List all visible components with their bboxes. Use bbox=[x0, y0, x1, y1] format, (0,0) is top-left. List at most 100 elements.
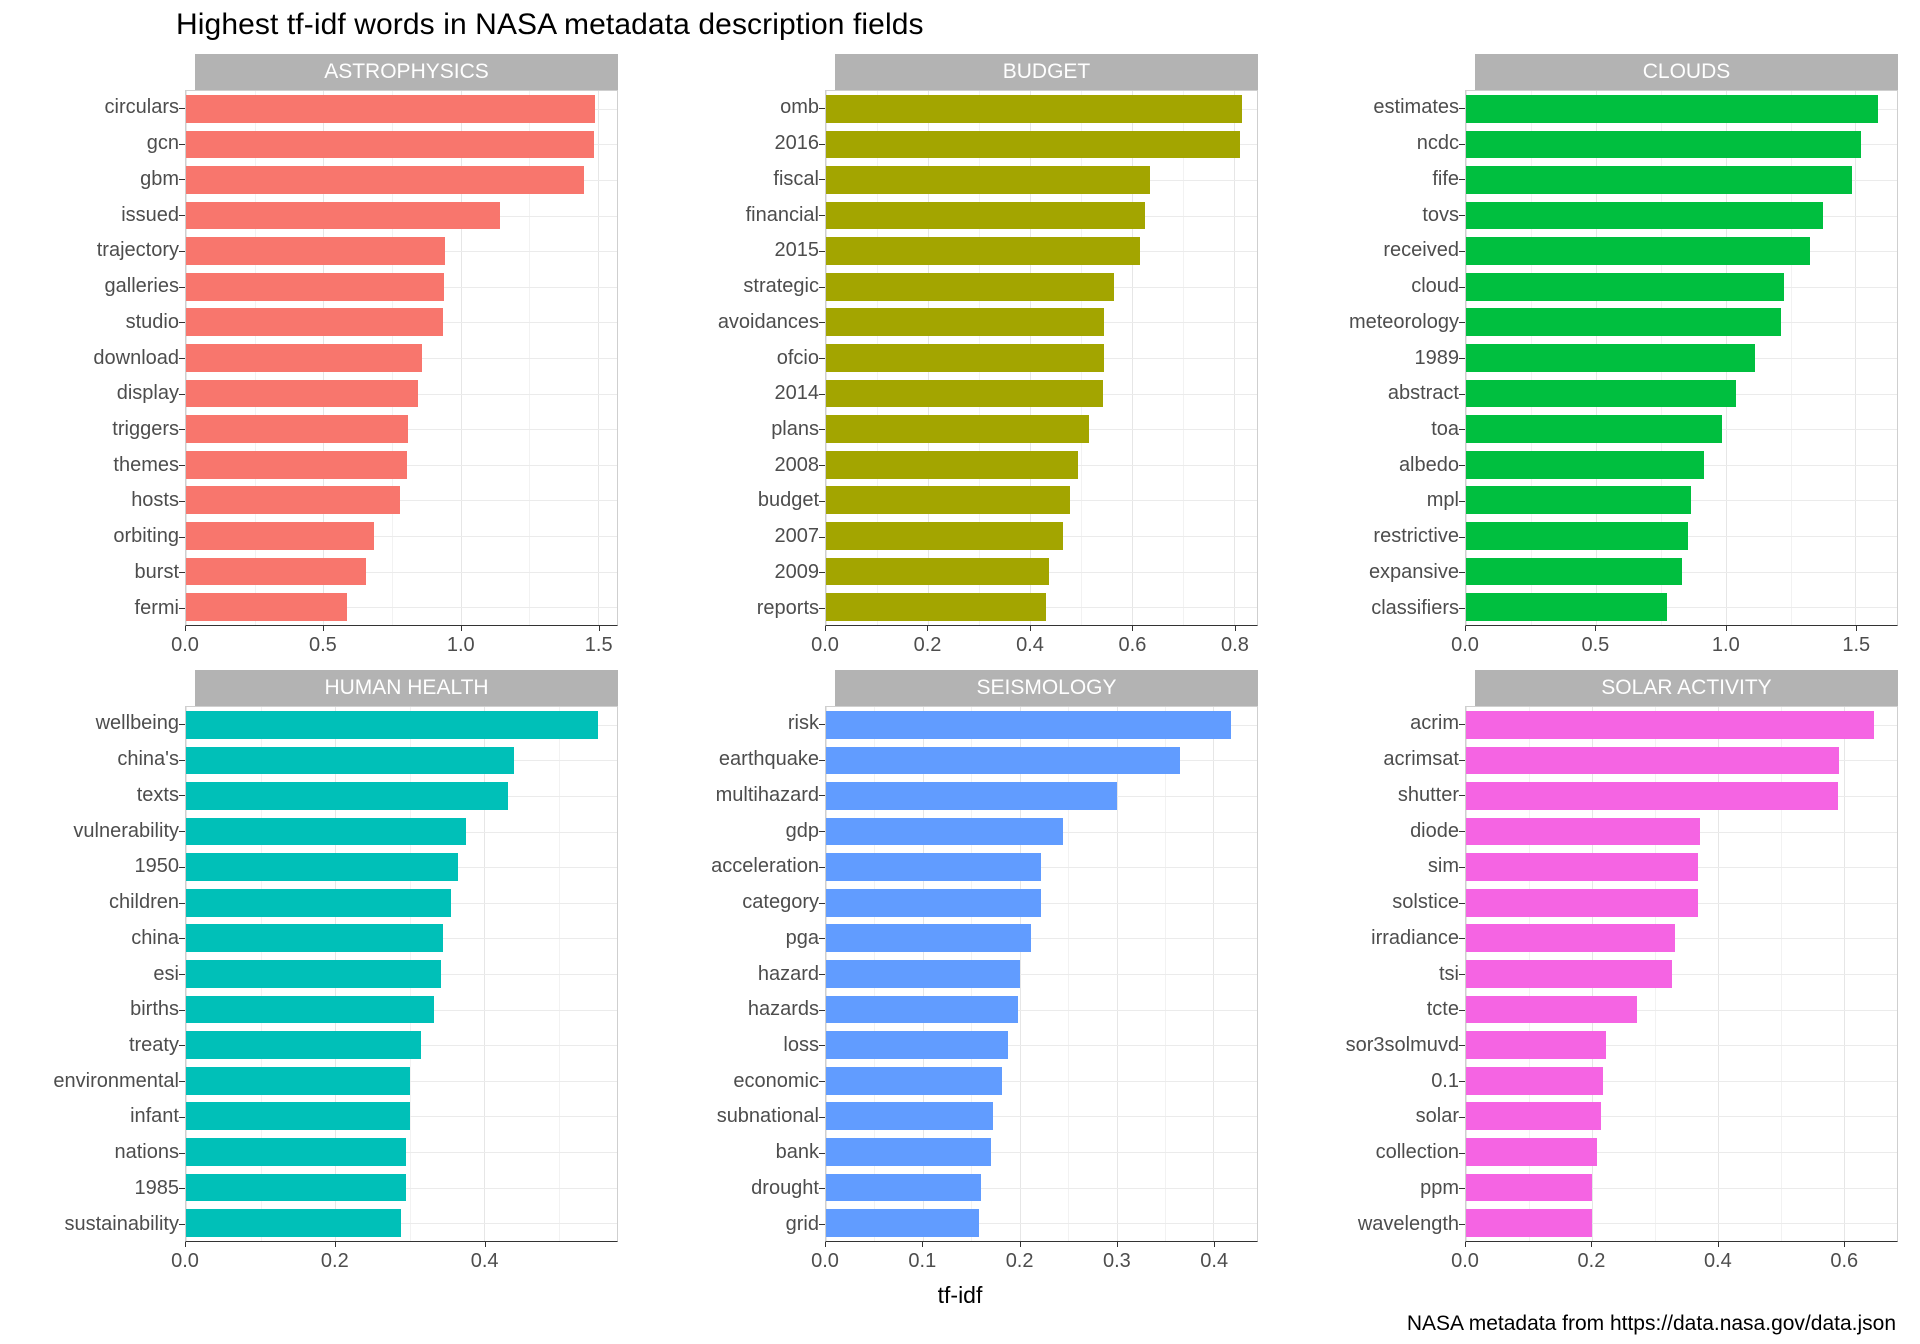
bar bbox=[826, 130, 1241, 159]
bar-row bbox=[1466, 1170, 1897, 1206]
bar bbox=[186, 924, 444, 953]
bar bbox=[826, 201, 1145, 230]
bar bbox=[186, 710, 598, 739]
bar-series bbox=[1466, 91, 1897, 625]
bar-row bbox=[1466, 340, 1897, 376]
bar-row bbox=[1466, 376, 1897, 412]
bar bbox=[186, 344, 423, 372]
bar bbox=[1466, 201, 1823, 230]
y-axis-tick-label: omb bbox=[650, 90, 825, 126]
facet-panel: HUMAN HEALTH wellbeing china's texts vulnera… bbox=[0, 670, 640, 1286]
bar-row bbox=[186, 1205, 617, 1241]
bar-row bbox=[826, 1027, 1257, 1063]
y-axis-tick-label: display bbox=[10, 376, 185, 412]
y-axis-tick-label: burst bbox=[10, 555, 185, 591]
bar-row bbox=[826, 162, 1257, 198]
x-axis: 0.0 0.5 1.0 1.5 bbox=[171, 626, 618, 670]
y-axis-tick-label: nations bbox=[10, 1135, 185, 1171]
bar-row bbox=[826, 554, 1257, 590]
bar bbox=[826, 888, 1042, 917]
y-axis-labels: estimates ncdc fife tovs received cloud meteor… bbox=[1290, 90, 1465, 626]
x-axis: 0.0 0.2 0.4 0.6 0.8 bbox=[811, 626, 1258, 670]
y-axis-tick-label: studio bbox=[10, 304, 185, 340]
x-axis-tick-label: 0.0 bbox=[171, 1250, 199, 1272]
bar bbox=[186, 94, 596, 123]
bar bbox=[186, 522, 375, 550]
x-axis-tick-label: 0.5 bbox=[308, 634, 337, 656]
bar-row bbox=[826, 91, 1257, 127]
bar-row bbox=[826, 305, 1257, 341]
y-axis-tick-label: financial bbox=[650, 197, 825, 233]
bar-row bbox=[1466, 127, 1897, 163]
bar-row bbox=[826, 127, 1257, 163]
bar bbox=[826, 344, 1104, 372]
bar bbox=[186, 415, 409, 444]
facet-strip-label: HUMAN HEALTH bbox=[195, 670, 618, 706]
bar-row bbox=[186, 885, 617, 921]
bar bbox=[1466, 960, 1673, 988]
y-axis-tick-label: subnational bbox=[650, 1099, 825, 1135]
y-axis-tick-label: irradiance bbox=[1290, 920, 1465, 956]
x-axis-tick bbox=[1465, 626, 1466, 631]
x-axis-tick-label: 0.8 bbox=[1221, 634, 1249, 656]
y-axis-tick-label: received bbox=[1290, 233, 1465, 269]
chart-root: Highest tf-idf words in NASA metadata de… bbox=[0, 0, 1920, 1344]
bar-row bbox=[1466, 1205, 1897, 1241]
y-axis-tick-label: children bbox=[10, 885, 185, 921]
bar bbox=[1466, 817, 1701, 846]
bar bbox=[826, 522, 1064, 550]
bar-row bbox=[1466, 447, 1897, 483]
bar bbox=[186, 1031, 421, 1060]
facet-strip-label: CLOUDS bbox=[1475, 54, 1898, 90]
x-axis-tick bbox=[1856, 626, 1858, 631]
bar bbox=[826, 94, 1242, 123]
x-axis-tick bbox=[185, 626, 186, 631]
bar bbox=[1466, 344, 1756, 372]
y-axis-tick-label: gcn bbox=[10, 126, 185, 162]
y-axis-tick-label: 2007 bbox=[650, 519, 825, 555]
y-axis-labels: wellbeing china's texts vulnerability 1950 ch… bbox=[10, 706, 185, 1242]
bar bbox=[1466, 557, 1682, 586]
x-axis-tick-label: 0.4 bbox=[1703, 1250, 1732, 1272]
bar-row bbox=[826, 707, 1257, 743]
bar bbox=[1466, 1138, 1597, 1166]
bar-row bbox=[1466, 1027, 1897, 1063]
y-axis-tick-label: 2016 bbox=[650, 126, 825, 162]
bar-row bbox=[186, 956, 617, 992]
bar-row bbox=[826, 589, 1257, 625]
bar-row bbox=[826, 269, 1257, 305]
x-axis-tick bbox=[334, 1242, 336, 1247]
facet-strip-label: ASTROPHYSICS bbox=[195, 54, 618, 90]
x-axis-tick bbox=[1132, 626, 1134, 631]
y-axis-tick-label: ncdc bbox=[1290, 126, 1465, 162]
facet-panel: CLOUDS estimates ncdc fife tovs received cloud… bbox=[1280, 54, 1920, 670]
bar bbox=[826, 557, 1050, 586]
bar bbox=[186, 1102, 410, 1131]
x-axis-tick bbox=[1214, 1242, 1216, 1247]
bar-row bbox=[1466, 233, 1897, 269]
bar-row bbox=[826, 376, 1257, 412]
bar-row bbox=[186, 127, 617, 163]
x-axis-tick-label: 0.3 bbox=[1103, 1250, 1131, 1272]
panel-area: risk earthquake multihazard gdp acceleration… bbox=[650, 706, 1258, 1242]
bar-row bbox=[1466, 483, 1897, 519]
bar bbox=[1466, 450, 1704, 479]
y-axis-tick-label: china bbox=[10, 920, 185, 956]
x-axis-tick bbox=[922, 1242, 924, 1247]
bar-row bbox=[186, 921, 617, 957]
bar-row bbox=[826, 743, 1257, 779]
bar bbox=[1466, 486, 1691, 515]
bar-row bbox=[826, 1170, 1257, 1206]
panel-area: omb 2016 fiscal financial 2015 strategic avoid… bbox=[650, 90, 1258, 626]
bar-row bbox=[826, 1205, 1257, 1241]
bar-row bbox=[1466, 1134, 1897, 1170]
bar-row bbox=[186, 233, 617, 269]
y-axis-tick-label: loss bbox=[650, 1028, 825, 1064]
bar bbox=[186, 450, 407, 479]
x-axis: 0.0 0.1 0.2 0.3 0.4 bbox=[811, 1242, 1258, 1286]
facet-grid: ASTROPHYSICS circulars gcn gbm issued traject… bbox=[0, 54, 1920, 1286]
bar-row bbox=[186, 743, 617, 779]
plot-panel bbox=[825, 90, 1258, 626]
y-axis-tick-label: reports bbox=[650, 590, 825, 626]
bar-row bbox=[186, 589, 617, 625]
